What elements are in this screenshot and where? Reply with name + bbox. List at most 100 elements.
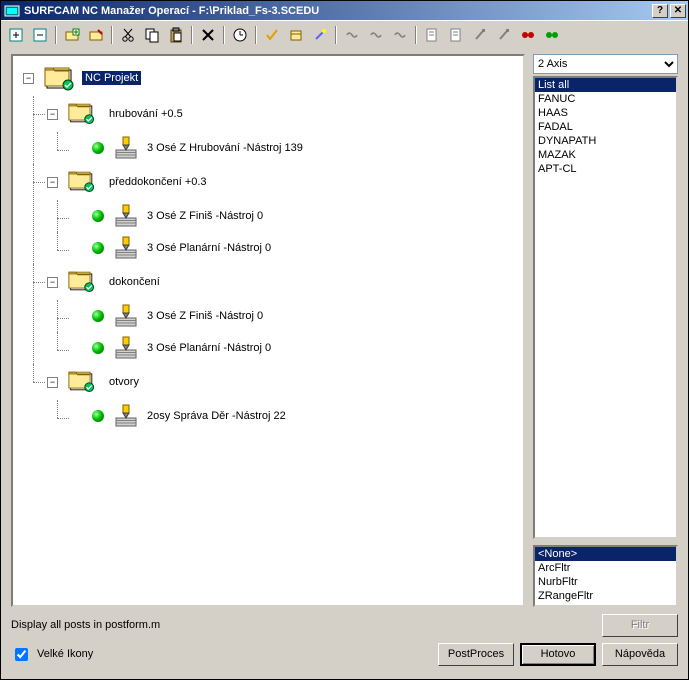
folder-plus-icon[interactable] bbox=[61, 24, 83, 46]
expand-plus-icon[interactable] bbox=[5, 24, 27, 46]
status-dot-icon bbox=[92, 242, 104, 254]
toolbar-separator bbox=[333, 24, 339, 46]
wand-icon[interactable] bbox=[309, 24, 331, 46]
toolbar bbox=[1, 20, 688, 48]
operations-tree[interactable]: − NC Projekt − hrubování +0.5 bbox=[11, 54, 525, 607]
link1-icon[interactable] bbox=[341, 24, 363, 46]
clock-icon[interactable] bbox=[229, 24, 251, 46]
list-item[interactable]: ArcFltr bbox=[535, 561, 676, 575]
folder-edit-icon[interactable] bbox=[85, 24, 107, 46]
large-icons-label: Velké Ikony bbox=[37, 648, 93, 660]
cut-icon[interactable] bbox=[117, 24, 139, 46]
tree-group[interactable]: − hrubování +0.5 bbox=[47, 96, 523, 132]
collapse-minus-icon[interactable] bbox=[29, 24, 51, 46]
tree-operation-label[interactable]: 3 Osé Z Finiš -Nástroj 0 bbox=[144, 209, 266, 223]
list-item[interactable]: MAZAK bbox=[535, 148, 676, 162]
toolbar-separator bbox=[221, 24, 227, 46]
tree-root[interactable]: − NC Projekt bbox=[23, 60, 523, 96]
group-folder-icon bbox=[68, 268, 102, 296]
tree-operation[interactable]: 2osy Správa Děr -Nástroj 22 bbox=[71, 400, 523, 432]
status-text: Display all posts in postform.m bbox=[11, 619, 602, 631]
expander-icon[interactable]: − bbox=[47, 177, 58, 188]
tree-root-label[interactable]: NC Projekt bbox=[82, 71, 141, 85]
group-folder-icon bbox=[68, 168, 102, 196]
tree-operation-label[interactable]: 2osy Správa Děr -Nástroj 22 bbox=[144, 409, 289, 423]
check-icon[interactable] bbox=[261, 24, 283, 46]
operation-icon bbox=[112, 135, 140, 161]
help-button[interactable]: ? bbox=[652, 4, 668, 18]
toolbar-separator bbox=[109, 24, 115, 46]
brush2-icon[interactable] bbox=[493, 24, 515, 46]
list-item[interactable]: HAAS bbox=[535, 106, 676, 120]
tree-operation[interactable]: 3 Osé Z Finiš -Nástroj 0 bbox=[71, 200, 523, 232]
right-column: 2 Axis List allFANUCHAASFADALDYNAPATHMAZ… bbox=[533, 54, 678, 607]
delete-icon[interactable] bbox=[197, 24, 219, 46]
operation-icon bbox=[112, 403, 140, 429]
axis-select[interactable]: 2 Axis bbox=[533, 54, 678, 74]
toolbar-separator bbox=[253, 24, 259, 46]
large-icons-input[interactable] bbox=[15, 648, 28, 661]
paste-icon[interactable] bbox=[165, 24, 187, 46]
brush-icon[interactable] bbox=[469, 24, 491, 46]
list-item[interactable]: APT-CL bbox=[535, 162, 676, 176]
window: SURFCAM NC Manažer Operací - F:\Priklad_… bbox=[0, 0, 689, 680]
operation-icon bbox=[112, 303, 140, 329]
expander-icon[interactable]: − bbox=[23, 73, 34, 84]
list-item[interactable]: NurbFltr bbox=[535, 575, 676, 589]
list-item[interactable]: DYNAPATH bbox=[535, 134, 676, 148]
tree-group[interactable]: − předdokončení +0.3 bbox=[47, 164, 523, 200]
link3-icon[interactable] bbox=[389, 24, 411, 46]
tree-operation-label[interactable]: 3 Osé Planární -Nástroj 0 bbox=[144, 241, 274, 255]
tree-operation[interactable]: 3 Osé Z Finiš -Nástroj 0 bbox=[71, 300, 523, 332]
expander-icon[interactable]: − bbox=[47, 377, 58, 388]
list-item[interactable]: FANUC bbox=[535, 92, 676, 106]
status-dot-icon bbox=[92, 410, 104, 422]
tree-operation-label[interactable]: 3 Osé Z Hrubování -Nástroj 139 bbox=[144, 141, 306, 155]
tree-operation-label[interactable]: 3 Osé Z Finiš -Nástroj 0 bbox=[144, 309, 266, 323]
project-folder-icon bbox=[44, 64, 78, 92]
tree-group-label[interactable]: hrubování +0.5 bbox=[106, 107, 186, 121]
group-folder-icon bbox=[68, 368, 102, 396]
filter-list[interactable]: <None>ArcFltrNurbFltrZRangeFltr bbox=[533, 545, 678, 607]
tree-operation[interactable]: 3 Osé Planární -Nástroj 0 bbox=[71, 232, 523, 264]
toolbar-separator bbox=[53, 24, 59, 46]
expander-icon[interactable]: − bbox=[47, 277, 58, 288]
expander-icon[interactable]: − bbox=[47, 109, 58, 120]
operation-icon bbox=[112, 235, 140, 261]
tree-operation[interactable]: 3 Osé Z Hrubování -Nástroj 139 bbox=[71, 132, 523, 164]
red-dot-icon[interactable] bbox=[517, 24, 539, 46]
doc2-icon[interactable] bbox=[445, 24, 467, 46]
done-button[interactable]: Hotovo bbox=[520, 643, 596, 666]
app-icon bbox=[4, 3, 20, 19]
tree-operation-label[interactable]: 3 Osé Planární -Nástroj 0 bbox=[144, 341, 274, 355]
post-processor-list[interactable]: List allFANUCHAASFADALDYNAPATHMAZAKAPT-C… bbox=[533, 76, 678, 539]
tree-group[interactable]: − dokončení bbox=[47, 264, 523, 300]
help-button-bottom[interactable]: Nápověda bbox=[602, 643, 678, 666]
toolbar-separator bbox=[413, 24, 419, 46]
list-item[interactable]: FADAL bbox=[535, 120, 676, 134]
close-button[interactable]: ✕ bbox=[670, 4, 686, 18]
green-dot-icon[interactable] bbox=[541, 24, 563, 46]
status-dot-icon bbox=[92, 210, 104, 222]
doc1-icon[interactable] bbox=[421, 24, 443, 46]
tree-group-label[interactable]: předdokončení +0.3 bbox=[106, 175, 210, 189]
status-dot-icon bbox=[92, 342, 104, 354]
filter-button[interactable]: Filtr bbox=[602, 614, 678, 637]
toolbar-separator bbox=[189, 24, 195, 46]
status-dot-icon bbox=[92, 310, 104, 322]
list-item[interactable]: ZRangeFltr bbox=[535, 589, 676, 603]
large-icons-checkbox[interactable]: Velké Ikony bbox=[11, 645, 438, 664]
postprocess-button[interactable]: PostProces bbox=[438, 643, 514, 666]
list-item[interactable]: List all bbox=[535, 78, 676, 92]
copy-icon[interactable] bbox=[141, 24, 163, 46]
tree-operation[interactable]: 3 Osé Planární -Nástroj 0 bbox=[71, 332, 523, 364]
list-item[interactable]: <None> bbox=[535, 547, 676, 561]
tree-group[interactable]: − otvory bbox=[47, 364, 523, 400]
box-icon[interactable] bbox=[285, 24, 307, 46]
tree-group-label[interactable]: dokončení bbox=[106, 275, 163, 289]
operation-icon bbox=[112, 203, 140, 229]
content: − NC Projekt − hrubování +0.5 bbox=[1, 48, 688, 679]
operation-icon bbox=[112, 335, 140, 361]
tree-group-label[interactable]: otvory bbox=[106, 375, 142, 389]
link2-icon[interactable] bbox=[365, 24, 387, 46]
